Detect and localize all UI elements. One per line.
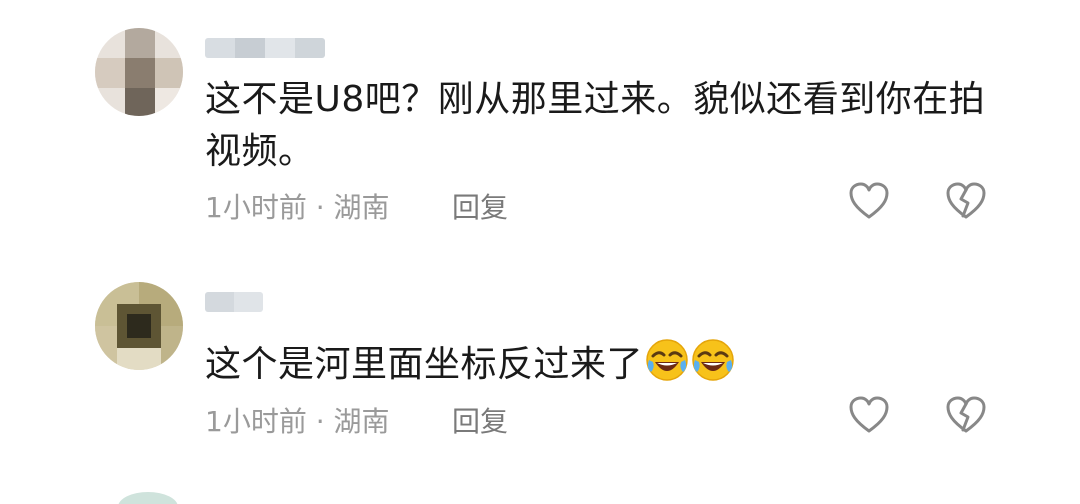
broken-heart-outline-icon[interactable] [944, 180, 988, 224]
comment-time: 1小时前 [205, 405, 307, 438]
broken-heart-outline-icon[interactable] [944, 394, 988, 438]
comment-list: 这不是U8吧？刚从那里过来。貌似还看到你在拍视频。 1小时前 · 湖南 回复 这… [0, 0, 1080, 504]
meta-separator: · [315, 191, 325, 224]
comment-location: 湖南 [333, 191, 390, 224]
comment-meta: 1小时前 · 湖南 [205, 400, 390, 440]
heart-outline-icon[interactable] [847, 394, 891, 438]
username-blurred[interactable] [205, 292, 263, 312]
comment-text: 这个是河里面坐标反过来了 [205, 338, 1005, 391]
username-blurred[interactable] [205, 38, 325, 58]
comment-time: 1小时前 [205, 191, 307, 224]
comment-location: 湖南 [333, 405, 390, 438]
comment-meta: 1小时前 · 湖南 [205, 186, 390, 226]
rofl-emoji [646, 339, 688, 381]
avatar[interactable] [95, 28, 183, 116]
rofl-emoji [692, 339, 734, 381]
comment-text-content: 这个是河里面坐标反过来了 [205, 344, 644, 385]
comment-item: 这不是U8吧？刚从那里过来。貌似还看到你在拍视频。 1小时前 · 湖南 回复 [0, 0, 1080, 250]
heart-outline-icon[interactable] [847, 180, 891, 224]
reply-button[interactable]: 回复 [452, 400, 508, 440]
avatar[interactable] [95, 282, 183, 370]
meta-separator: · [315, 405, 325, 438]
reply-button[interactable]: 回复 [452, 186, 508, 226]
comment-text-content: 这不是U8吧？刚从那里过来。貌似还看到你在拍视频。 [205, 79, 986, 172]
comment-text: 这不是U8吧？刚从那里过来。貌似还看到你在拍视频。 [205, 74, 1005, 178]
comment-item: 这个是河里面坐标反过来了 1小时前 · 湖南 回复 [0, 250, 1080, 504]
